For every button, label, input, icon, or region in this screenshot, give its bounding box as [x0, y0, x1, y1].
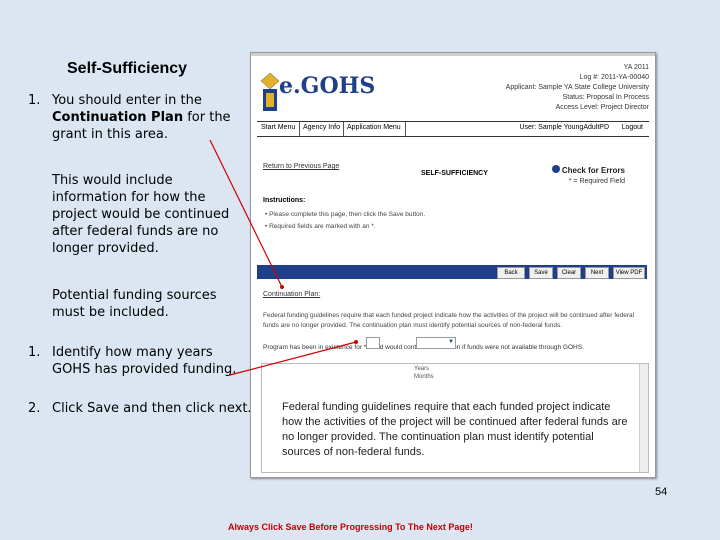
button-bar: Back Save Clear Next View PDF [257, 265, 647, 279]
textarea-scrollbar[interactable] [639, 364, 648, 472]
continuation-plan-label: Continuation Plan: [263, 291, 321, 298]
dropdown-option[interactable]: Months [414, 374, 434, 380]
next-button[interactable]: Next [585, 267, 609, 279]
bullet-text: You should enter in the Continuation Pla… [52, 92, 247, 143]
nav-bar: Start Menu Agency Info Application Menu … [257, 121, 649, 137]
header-line: Status: Proposal In Process [562, 94, 649, 101]
nav-application-menu[interactable]: Application Menu [347, 124, 401, 131]
nav-start-menu[interactable]: Start Menu [261, 124, 295, 131]
bullet-text-part1: You should enter in the [52, 93, 202, 108]
callout-text: Federal funding guidelines require that … [282, 401, 628, 458]
nav-separator [299, 122, 300, 136]
egohs-logo: e.GOHS [259, 67, 375, 117]
section-title: SELF-SUFFICIENCY [421, 170, 488, 177]
sub-text-sources: Potential funding sources must be includ… [52, 288, 217, 320]
cap-icon [260, 72, 280, 111]
page-number: 54 [655, 486, 668, 498]
bullet-number: 2. [28, 401, 41, 416]
header-info: YA 2011 Log #: 2011-YA-00040 Applicant: … [449, 63, 649, 113]
continuation-plan-text: Federal funding guidelines require that … [263, 312, 635, 329]
bullet-text-bold: Continuation Plan [52, 110, 184, 125]
footer-note: Always Click Save Before Progressing To … [228, 522, 473, 532]
period-dropdown[interactable]: ▼ [416, 337, 456, 349]
return-link[interactable]: Return to Previous Page [263, 163, 339, 170]
clear-button[interactable]: Clear [557, 267, 581, 279]
bullet-number: 1. [28, 93, 41, 108]
bullet-text: Identify how many years GOHS has provide… [52, 345, 237, 377]
check-errors-label: Check for Errors [561, 166, 625, 175]
bullet-number: 1. [28, 345, 41, 360]
slide-title: Self-Sufficiency [67, 60, 188, 77]
sub-text-info: This would include information for how t… [52, 173, 230, 256]
nav-separator [343, 122, 344, 136]
check-errors-link[interactable]: Check for Errors [551, 165, 625, 175]
header-line: Access Level: Project Director [555, 104, 649, 111]
header-line: Applicant: Sample YA State College Unive… [505, 84, 649, 91]
instruction-line: • Required fields are marked with an *. [265, 223, 376, 230]
years-input[interactable] [366, 337, 380, 349]
check-icon [551, 165, 560, 173]
header-line: YA 2011 [623, 64, 649, 71]
logo-text: e.GOHS [279, 73, 376, 99]
dropdown-option[interactable]: Years [414, 366, 429, 372]
header-line: Log #: 2011-YA-00040 [579, 74, 649, 81]
screenshot-topbar [251, 53, 655, 56]
instructions-title: Instructions: [263, 197, 306, 204]
view-pdf-button[interactable]: View PDF [613, 267, 645, 279]
logout-link[interactable]: Logout [622, 124, 643, 131]
required-note: * = Required Field [568, 178, 625, 185]
instruction-line: • Please complete this page, then click … [265, 211, 426, 218]
user-label: User: Sample YoungAdultPD [519, 124, 610, 131]
nav-separator [405, 122, 406, 136]
bullet-text: Click Save and then click next. [52, 401, 252, 416]
chevron-down-icon: ▼ [448, 339, 454, 345]
back-button[interactable]: Back [497, 267, 525, 279]
nav-agency-info[interactable]: Agency Info [303, 124, 340, 131]
save-button[interactable]: Save [529, 267, 553, 279]
